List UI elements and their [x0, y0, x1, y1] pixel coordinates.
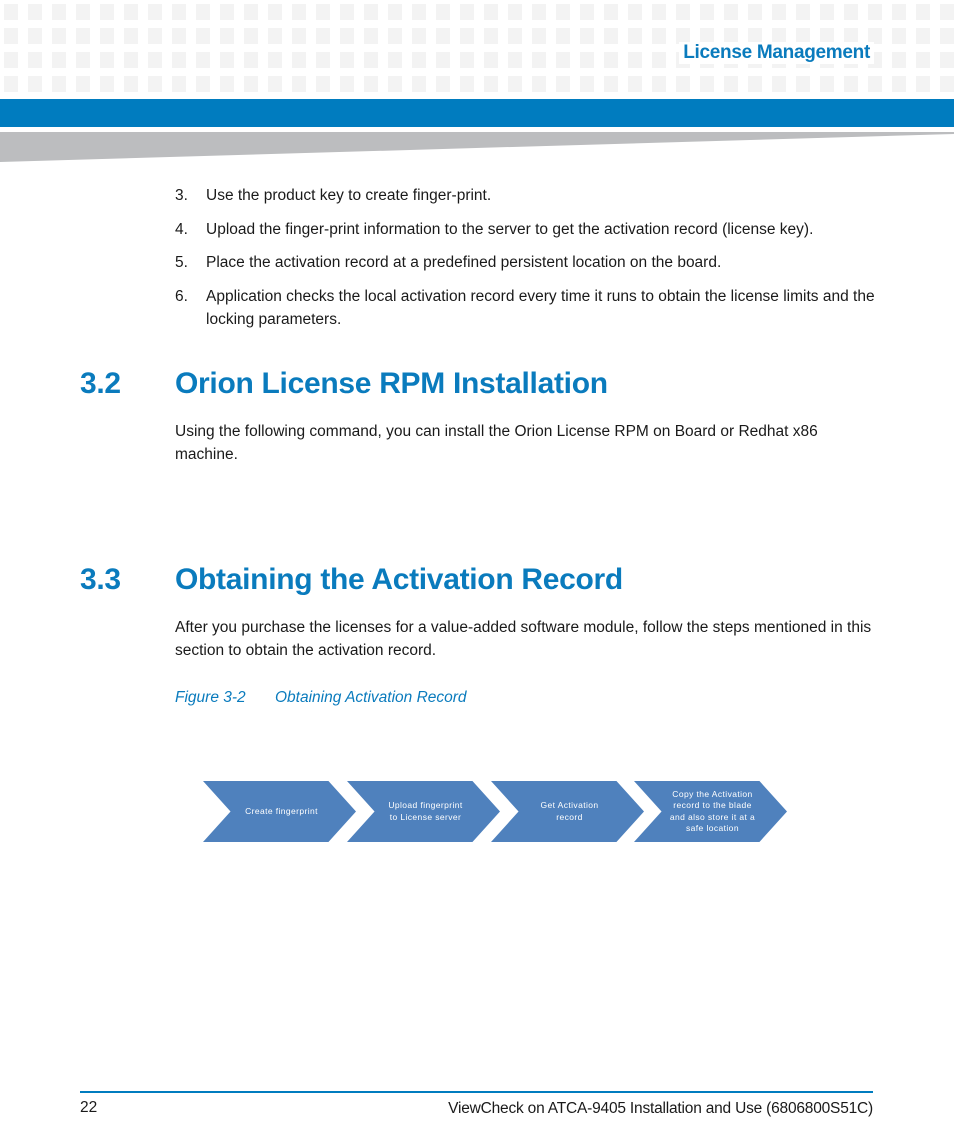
list-item-number: 3.: [175, 187, 188, 204]
list-item-text: Application checks the local activation …: [206, 288, 875, 328]
list-item-text: Upload the finger-print information to t…: [206, 221, 814, 238]
section-body: Using the following command, you can ins…: [175, 423, 818, 463]
section-body: After you purchase the licenses for a va…: [175, 619, 872, 659]
section-title: Orion License RPM Installation: [175, 367, 608, 400]
list-item-number: 4.: [175, 221, 188, 238]
footer-document-title: ViewCheck on ATCA-9405 Installation and …: [448, 1100, 873, 1117]
footer-divider: [80, 1091, 873, 1093]
list-item: 6. Application checks the local activati…: [175, 285, 875, 331]
page-number: 22: [80, 1099, 98, 1116]
figure-title: Obtaining Activation Record: [275, 689, 467, 706]
flow-step: Copy the Activation record to the blade …: [634, 781, 787, 842]
activation-flow-diagram: Create fingerprint Upload fingerprint to…: [203, 781, 793, 843]
flow-step-label: Create fingerprint: [245, 805, 318, 816]
list-item-text: Place the activation record at a predefi…: [206, 254, 722, 271]
header-blue-bar: [0, 99, 954, 127]
header-gray-wedge: [0, 132, 954, 162]
list-item-number: 6.: [175, 288, 188, 305]
section-title: Obtaining the Activation Record: [175, 563, 623, 596]
list-item-number: 5.: [175, 254, 188, 271]
section-number: 3.3: [80, 563, 121, 596]
flow-step: Create fingerprint: [203, 781, 356, 842]
flow-step-label: Upload fingerprint to License server: [388, 800, 463, 822]
figure-caption: Figure 3-2 Obtaining Activation Record: [175, 689, 467, 707]
running-header-title: License Management: [679, 42, 874, 64]
list-item-text: Use the product key to create finger-pri…: [206, 187, 492, 204]
flow-step-label: Copy the Activation record to the blade …: [669, 788, 756, 834]
figure-label: Figure 3-2: [175, 689, 246, 706]
list-item: 3. Use the product key to create finger-…: [175, 184, 875, 207]
list-item: 4. Upload the finger-print information t…: [175, 218, 875, 241]
flow-step: Upload fingerprint to License server: [347, 781, 500, 842]
section-number: 3.2: [80, 367, 121, 400]
flow-step-label: Get Activation record: [540, 800, 599, 822]
flow-step: Get Activation record: [491, 781, 644, 842]
list-item: 5. Place the activation record at a pred…: [175, 251, 875, 274]
